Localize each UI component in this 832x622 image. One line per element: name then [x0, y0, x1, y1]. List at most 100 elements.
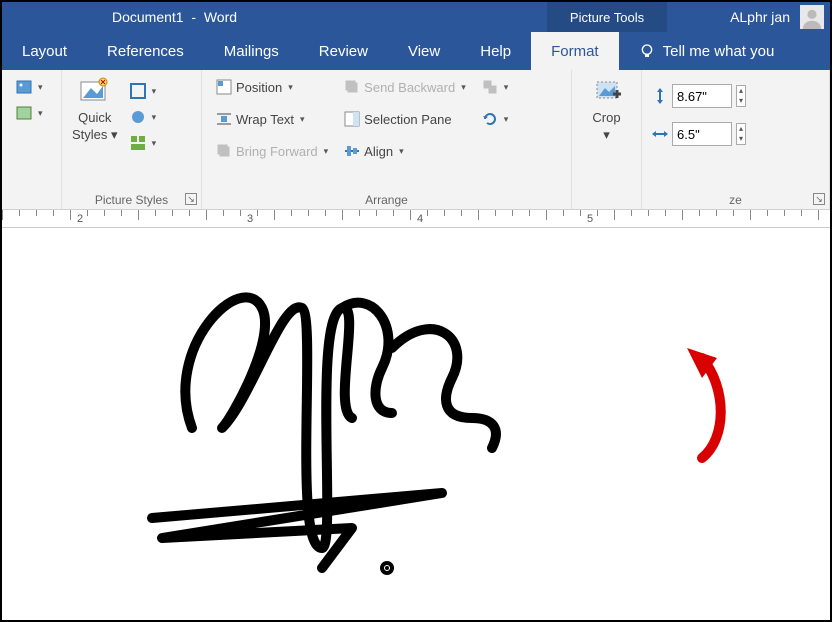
- ribbon: ▾ ▾ Quick Styles ▾: [2, 70, 830, 210]
- tab-view[interactable]: View: [388, 32, 460, 70]
- selection-pane-icon: [344, 111, 360, 127]
- wrap-text-button[interactable]: Wrap Text ▾: [212, 108, 332, 130]
- document-canvas[interactable]: [2, 228, 830, 620]
- dropdown-icon: ▾: [461, 82, 466, 93]
- down-arrow-icon[interactable]: ▾: [737, 96, 745, 106]
- selection-pane-button[interactable]: Selection Pane: [340, 108, 470, 130]
- crop-icon: [591, 76, 623, 108]
- wrap-text-label: Wrap Text: [236, 112, 294, 127]
- window-title: Document1 - Word: [112, 9, 237, 25]
- ruler-number: 3: [247, 213, 253, 225]
- group-label-size: ze: [652, 191, 819, 207]
- quick-styles-icon: [79, 76, 111, 108]
- effects-icon: [130, 109, 146, 125]
- dropdown-icon: ▾: [111, 127, 118, 142]
- dropdown-icon: ▾: [399, 146, 404, 157]
- height-icon: [652, 88, 668, 104]
- tab-format[interactable]: Format: [531, 32, 619, 70]
- tab-references[interactable]: References: [87, 32, 204, 70]
- ruler-number: 2: [77, 213, 83, 225]
- crop-label: Crop: [592, 110, 620, 125]
- width-input[interactable]: [672, 122, 732, 146]
- align-button[interactable]: Align ▾: [340, 140, 470, 162]
- dialog-launcher-picture-styles[interactable]: ↘: [185, 193, 197, 205]
- dropdown-icon: ▾: [504, 114, 509, 125]
- ruler-number: 5: [587, 213, 593, 225]
- border-icon: [130, 83, 146, 99]
- dropdown-icon: ▾: [152, 86, 157, 97]
- rotate-icon: [482, 111, 498, 127]
- tell-me-search[interactable]: Tell me what you: [639, 32, 775, 70]
- doc-name: Document1: [112, 9, 184, 25]
- selection-pane-label: Selection Pane: [364, 112, 451, 127]
- tell-me-label: Tell me what you: [663, 43, 775, 60]
- picture-border-button[interactable]: ▾: [126, 80, 161, 102]
- send-backward-label: Send Backward: [364, 80, 455, 95]
- group-label-picture-styles: Picture Styles: [72, 191, 191, 207]
- group-label-arrange: Arrange: [212, 191, 561, 207]
- contextual-tab-picture-tools: Picture Tools: [547, 2, 667, 32]
- dropdown-icon: ▾: [603, 127, 610, 143]
- adjust-btn-1[interactable]: ▾: [12, 76, 51, 98]
- width-icon: [652, 126, 668, 142]
- ruler-number: 4: [417, 213, 423, 225]
- down-arrow-icon[interactable]: ▾: [737, 134, 745, 144]
- dropdown-icon: ▾: [152, 138, 157, 149]
- rotate-button[interactable]: ▾: [478, 108, 513, 130]
- dialog-launcher-size[interactable]: ↘: [813, 193, 825, 205]
- group-label: [12, 191, 51, 207]
- position-button[interactable]: Position ▾: [212, 76, 332, 98]
- dropdown-icon: ▾: [324, 146, 329, 157]
- person-icon: [801, 7, 823, 29]
- picture-effects-button[interactable]: ▾: [126, 106, 161, 128]
- position-icon: [216, 79, 232, 95]
- tab-mailings[interactable]: Mailings: [204, 32, 299, 70]
- layout-icon: [130, 135, 146, 151]
- bring-forward-label: Bring Forward: [236, 144, 318, 159]
- width-spinner[interactable]: ▴▾: [736, 123, 746, 145]
- ribbon-tabs: Layout References Mailings Review View H…: [2, 32, 830, 70]
- position-label: Position: [236, 80, 282, 95]
- quick-styles-button[interactable]: Quick Styles ▾: [72, 76, 118, 143]
- group-arrange: Position ▾ Wrap Text ▾ Bring Forward ▾: [202, 70, 572, 209]
- dropdown-icon: ▾: [152, 112, 157, 123]
- group-objects-button[interactable]: ▾: [478, 76, 513, 98]
- width-field: ▴▾: [652, 122, 819, 146]
- height-input[interactable]: [672, 84, 732, 108]
- send-backward-icon: [344, 79, 360, 95]
- user-avatar[interactable]: [800, 5, 824, 29]
- adjust-btn-2[interactable]: ▾: [12, 102, 51, 124]
- annotation-arrow-icon: [682, 348, 742, 468]
- group-crop: Crop ▾: [572, 70, 642, 209]
- quick-label: Quick: [78, 110, 111, 125]
- picture-icon: [16, 105, 32, 121]
- user-name: ALphr jan: [730, 9, 790, 25]
- dropdown-icon: ▾: [38, 108, 43, 119]
- picture-layout-button[interactable]: ▾: [126, 132, 161, 154]
- group-picture-styles: Quick Styles ▾ ▾ ▾ ▾ Picture Styles ↘: [62, 70, 202, 209]
- picture-icon: [16, 79, 32, 95]
- wrap-text-icon: [216, 111, 232, 127]
- send-backward-button[interactable]: Send Backward ▾: [340, 76, 470, 98]
- signature-image[interactable]: [92, 248, 542, 588]
- tab-layout[interactable]: Layout: [2, 32, 87, 70]
- crop-button[interactable]: Crop ▾: [582, 76, 631, 143]
- tab-help[interactable]: Help: [460, 32, 531, 70]
- dropdown-icon: ▾: [300, 114, 305, 125]
- height-spinner[interactable]: ▴▾: [736, 85, 746, 107]
- ruler[interactable]: 2 3 4 5: [2, 210, 830, 228]
- bring-forward-icon: [216, 143, 232, 159]
- align-icon: [344, 143, 360, 159]
- up-arrow-icon[interactable]: ▴: [737, 86, 745, 96]
- dropdown-icon: ▾: [38, 82, 43, 93]
- bring-forward-button[interactable]: Bring Forward ▾: [212, 140, 332, 162]
- group-icon: [482, 79, 498, 95]
- dropdown-icon: ▾: [288, 82, 293, 93]
- group-adjust: ▾ ▾: [2, 70, 62, 209]
- titlebar: Document1 - Word Picture Tools ALphr jan: [2, 2, 830, 32]
- lightbulb-icon: [639, 43, 655, 59]
- app-name: Word: [204, 9, 237, 25]
- dropdown-icon: ▾: [504, 82, 509, 93]
- up-arrow-icon[interactable]: ▴: [737, 124, 745, 134]
- tab-review[interactable]: Review: [299, 32, 388, 70]
